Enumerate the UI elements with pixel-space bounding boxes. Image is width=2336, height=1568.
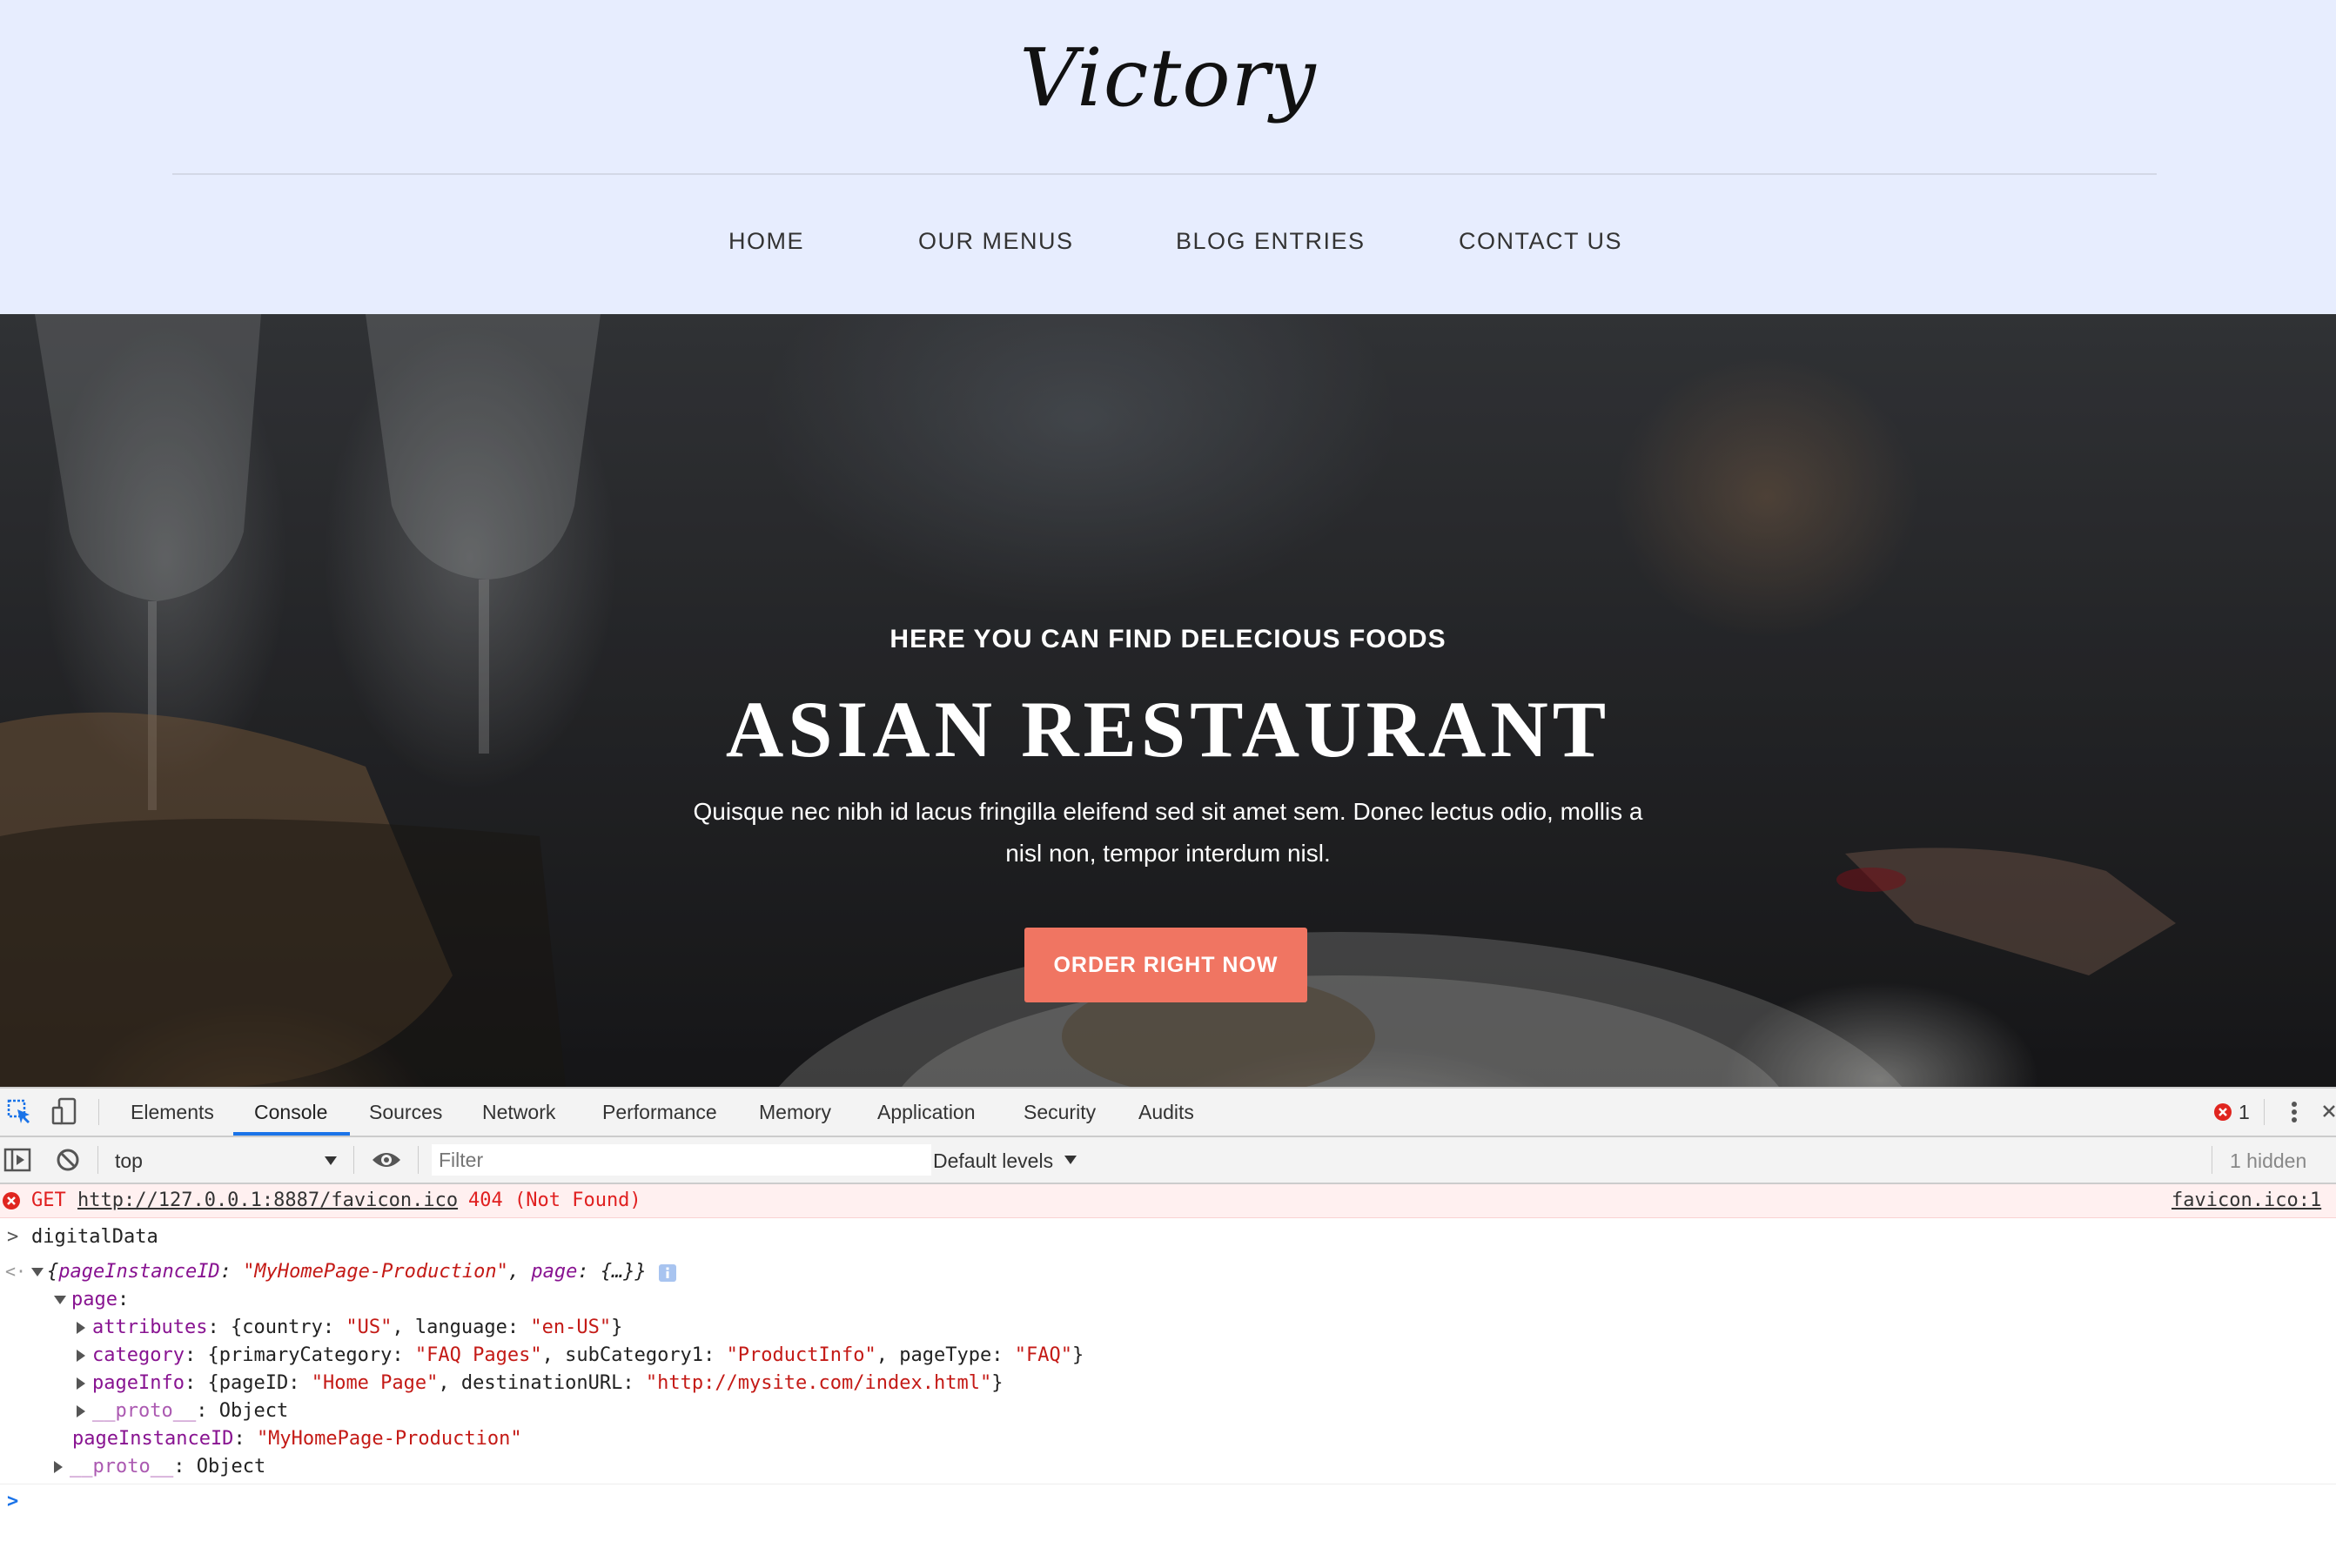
- log-levels-dropdown[interactable]: Default levels: [933, 1149, 1053, 1173]
- tree-node-page-proto[interactable]: __proto__: Object: [77, 1400, 288, 1422]
- close-icon[interactable]: [2322, 1101, 2336, 1128]
- nav-home[interactable]: HOME: [728, 228, 804, 255]
- tab-application[interactable]: Application: [877, 1101, 976, 1124]
- toolbar-divider: [97, 1146, 98, 1174]
- toolbar-divider: [2264, 1099, 2265, 1125]
- chevron-down-icon[interactable]: [1064, 1154, 1077, 1169]
- tab-elements[interactable]: Elements: [131, 1101, 214, 1124]
- site-logo[interactable]: Victory: [0, 31, 2336, 124]
- input-prompt-icon: >: [7, 1226, 19, 1248]
- error-status: 404 (Not Found): [468, 1189, 641, 1211]
- device-toolbar-icon[interactable]: [50, 1097, 78, 1129]
- error-url-link[interactable]: http://127.0.0.1:8887/favicon.ico: [77, 1189, 458, 1211]
- result-arrow-icon: <·: [5, 1261, 27, 1282]
- context-selector[interactable]: top: [115, 1149, 143, 1173]
- tree-node-category[interactable]: category: {primaryCategory: "FAQ Pages",…: [77, 1344, 1084, 1366]
- hidden-messages-count[interactable]: 1 hidden: [2230, 1149, 2306, 1173]
- devtools-tabbar: Elements Console Sources Network Perform…: [0, 1089, 2336, 1137]
- nav-our-menus[interactable]: OUR MENUS: [918, 228, 1074, 255]
- collapsed-triangle-icon[interactable]: [77, 1350, 85, 1362]
- hero-banner: HERE YOU CAN FIND DELECIOUS FOODS ASIAN …: [0, 314, 2336, 1087]
- expand-triangle-icon[interactable]: [31, 1268, 44, 1277]
- collapsed-triangle-icon[interactable]: [54, 1461, 63, 1473]
- tab-memory[interactable]: Memory: [759, 1101, 831, 1124]
- more-options-icon[interactable]: [2286, 1099, 2303, 1129]
- console-input-entry: digitalData: [31, 1226, 158, 1248]
- filter-input[interactable]: [432, 1144, 931, 1176]
- eye-icon[interactable]: [371, 1149, 402, 1175]
- result-summary[interactable]: {pageInstanceID: "MyHomePage-Production"…: [31, 1261, 647, 1283]
- nav-contact-us[interactable]: CONTACT US: [1459, 228, 1622, 255]
- tree-node-page[interactable]: page:: [54, 1289, 129, 1310]
- tab-network[interactable]: Network: [482, 1101, 555, 1124]
- error-count[interactable]: 1: [2239, 1101, 2250, 1124]
- sidebar-toggle-icon[interactable]: [3, 1148, 31, 1176]
- toolbar-divider: [418, 1146, 419, 1174]
- collapsed-triangle-icon[interactable]: [77, 1377, 85, 1390]
- toolbar-divider: [98, 1099, 99, 1125]
- site-header: Victory HOME OUR MENUS BLOG ENTRIES CONT…: [0, 0, 2336, 314]
- error-source-link[interactable]: favicon.ico:1: [2172, 1189, 2321, 1211]
- tab-sources[interactable]: Sources: [369, 1101, 442, 1124]
- inspect-element-icon[interactable]: [7, 1099, 33, 1129]
- hero-subtitle: HERE YOU CAN FIND DELECIOUS FOODS: [889, 625, 1447, 653]
- tree-node-attributes[interactable]: attributes: {country: "US", language: "e…: [77, 1317, 622, 1338]
- header-divider: [172, 173, 2157, 175]
- expand-triangle-icon[interactable]: [54, 1296, 66, 1304]
- active-tab-indicator: [233, 1132, 350, 1136]
- chevron-down-icon[interactable]: [324, 1155, 338, 1170]
- hero-title: ASIAN RESTAURANT: [725, 685, 1611, 774]
- collapsed-triangle-icon[interactable]: [77, 1405, 85, 1417]
- clear-console-icon[interactable]: [56, 1148, 80, 1176]
- collapsed-triangle-icon[interactable]: [77, 1322, 85, 1334]
- tab-console[interactable]: Console: [254, 1101, 327, 1124]
- tree-node-pageinfo[interactable]: pageInfo: {pageID: "Home Page", destinat…: [77, 1372, 1003, 1394]
- tab-performance[interactable]: Performance: [602, 1101, 717, 1124]
- console-prompt-icon[interactable]: >: [7, 1491, 18, 1512]
- error-method: GET: [31, 1189, 66, 1211]
- order-now-button[interactable]: ORDER RIGHT NOW: [1024, 928, 1307, 1002]
- main-nav: HOME OUR MENUS BLOG ENTRIES CONTACT US: [0, 228, 2336, 263]
- tree-node-root-proto[interactable]: __proto__: Object: [54, 1456, 265, 1478]
- devtools-panel: Elements Console Sources Network Perform…: [0, 1087, 2336, 1568]
- nav-blog-entries[interactable]: BLOG ENTRIES: [1176, 228, 1366, 255]
- info-icon[interactable]: [658, 1263, 677, 1288]
- error-badge-icon[interactable]: [2213, 1102, 2232, 1126]
- console-error-row: GET http://127.0.0.1:8887/favicon.ico 40…: [0, 1184, 2336, 1218]
- hero-description: Quisque nec nibh id lacus fringilla elei…: [693, 798, 1643, 867]
- error-icon: [2, 1191, 21, 1216]
- tree-node-instance-id: pageInstanceID: "MyHomePage-Production": [72, 1428, 522, 1450]
- toolbar-divider: [353, 1146, 354, 1174]
- console-toolbar: top Default levels 1 hidden: [0, 1137, 2336, 1184]
- tab-security[interactable]: Security: [1024, 1101, 1096, 1124]
- console-output: GET http://127.0.0.1:8887/favicon.ico 40…: [0, 1184, 2336, 1568]
- tab-audits[interactable]: Audits: [1138, 1101, 1194, 1124]
